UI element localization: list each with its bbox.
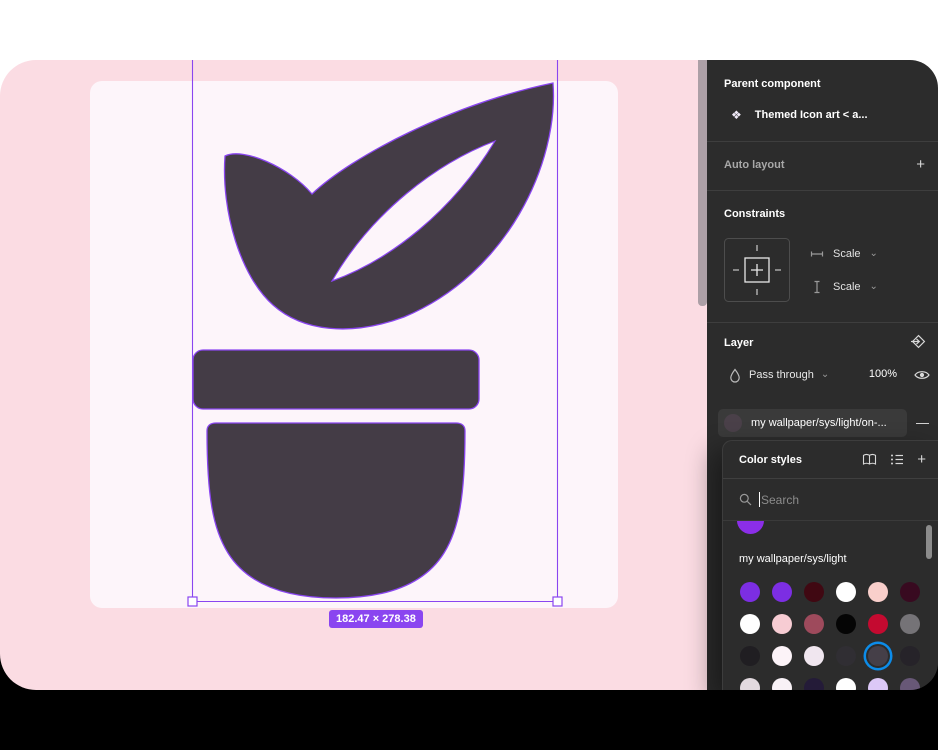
fill-style-name: my wallpaper/sys/light/on-... <box>751 417 887 429</box>
app-window: 182.47 × 278.38 Parent component ❖ Theme… <box>0 60 938 690</box>
chevron-down-icon: ⌄ <box>870 282 878 292</box>
selection-dimensions-badge: 182.47 × 278.38 <box>329 610 423 628</box>
color-styles-header: Color styles + <box>723 441 938 478</box>
style-group-label: my wallpaper/sys/light <box>739 553 847 565</box>
pot-body-shape[interactable] <box>207 423 465 598</box>
vertical-constraint-select[interactable]: Scale ⌄ <box>810 280 878 294</box>
chevron-down-icon: ⌄ <box>821 370 829 380</box>
color-style-swatch[interactable] <box>772 582 792 602</box>
library-button[interactable] <box>862 453 877 466</box>
figma-app: 182.47 × 278.38 Parent component ❖ Theme… <box>0 0 938 750</box>
constraints-diagram-icon <box>724 238 790 302</box>
parent-component-row[interactable]: ❖ Themed Icon art < a... <box>731 108 868 122</box>
color-style-swatch[interactable] <box>772 678 792 690</box>
color-style-swatch[interactable] <box>804 614 824 634</box>
apply-to-selection-button[interactable] <box>910 333 927 350</box>
color-style-swatch[interactable] <box>900 614 920 634</box>
color-style-swatch[interactable] <box>772 614 792 634</box>
color-style-swatch[interactable] <box>740 582 760 602</box>
list-view-button[interactable] <box>890 453 904 466</box>
blend-mode-value: Pass through <box>749 369 814 381</box>
partially-scrolled-swatch[interactable] <box>737 520 764 534</box>
popup-scrollbar[interactable] <box>926 525 932 559</box>
color-styles-title: Color styles <box>739 454 802 466</box>
remove-fill-button[interactable]: — <box>916 415 929 430</box>
blend-mode-row[interactable]: Pass through ⌄ 100% <box>729 364 938 386</box>
color-style-swatch[interactable] <box>868 614 888 634</box>
style-search-input[interactable] <box>761 479 921 520</box>
section-divider <box>707 190 938 191</box>
color-style-swatch[interactable] <box>868 646 888 666</box>
color-style-swatch[interactable] <box>836 614 856 634</box>
horizontal-constraint-select[interactable]: Scale ⌄ <box>810 248 878 260</box>
auto-layout-title: Auto layout <box>724 159 785 171</box>
color-styles-popup: Color styles + <box>722 440 938 690</box>
component-icon: ❖ <box>731 108 742 122</box>
arrow-into-diamond-icon <box>910 333 927 350</box>
canvas-vertical-scrollbar[interactable] <box>698 60 707 306</box>
design-canvas[interactable]: 182.47 × 278.38 <box>0 60 707 690</box>
horizontal-constraint-value: Scale <box>833 248 861 260</box>
color-style-swatch[interactable] <box>804 678 824 690</box>
parent-component-name: Themed Icon art < a... <box>755 109 868 121</box>
list-icon <box>890 453 904 466</box>
layer-visibility-toggle[interactable] <box>914 369 930 381</box>
fill-color-swatch[interactable] <box>724 414 742 432</box>
vertical-constraint-icon <box>810 280 824 294</box>
library-book-icon <box>862 453 877 466</box>
resize-handle-bottom-left[interactable] <box>188 597 197 606</box>
leaf-shape[interactable] <box>224 83 553 329</box>
styles-scroll-area[interactable]: my wallpaper/sys/light <box>723 520 938 690</box>
style-search-row <box>723 479 938 520</box>
text-cursor <box>759 492 760 507</box>
color-style-swatch[interactable] <box>868 582 888 602</box>
color-style-swatch[interactable] <box>900 678 920 690</box>
search-icon <box>739 493 752 506</box>
constraints-title: Constraints <box>724 208 785 220</box>
swatch-grid <box>740 582 920 690</box>
color-style-swatch[interactable] <box>740 614 760 634</box>
color-style-swatch[interactable] <box>804 646 824 666</box>
canvas-overlay <box>0 60 707 690</box>
fill-style-row[interactable]: my wallpaper/sys/light/on-... <box>718 409 907 437</box>
color-style-swatch[interactable] <box>836 646 856 666</box>
color-style-swatch[interactable] <box>900 582 920 602</box>
section-divider <box>707 322 938 323</box>
blend-droplet-icon <box>729 368 741 383</box>
resize-handle-bottom-right[interactable] <box>553 597 562 606</box>
pot-rim-shape[interactable] <box>193 350 479 409</box>
color-style-swatch[interactable] <box>900 646 920 666</box>
vertical-constraint-value: Scale <box>833 281 861 293</box>
color-style-swatch[interactable] <box>740 678 760 690</box>
color-style-swatch[interactable] <box>804 582 824 602</box>
layer-title: Layer <box>724 337 753 349</box>
color-style-swatch[interactable] <box>836 678 856 690</box>
section-divider <box>707 141 938 142</box>
color-style-swatch[interactable] <box>836 582 856 602</box>
add-auto-layout-button[interactable]: + <box>916 157 925 172</box>
horizontal-constraint-icon <box>810 248 824 260</box>
color-style-swatch[interactable] <box>868 678 888 690</box>
color-style-swatch[interactable] <box>772 646 792 666</box>
chevron-down-icon: ⌄ <box>870 249 878 259</box>
layer-opacity-value[interactable]: 100% <box>869 368 897 380</box>
add-style-button[interactable]: + <box>917 452 926 467</box>
eye-icon <box>914 369 930 381</box>
constraints-widget[interactable] <box>724 238 790 302</box>
color-style-swatch[interactable] <box>740 646 760 666</box>
potted-plant-icon[interactable] <box>193 83 553 598</box>
parent-component-title: Parent component <box>724 78 821 90</box>
